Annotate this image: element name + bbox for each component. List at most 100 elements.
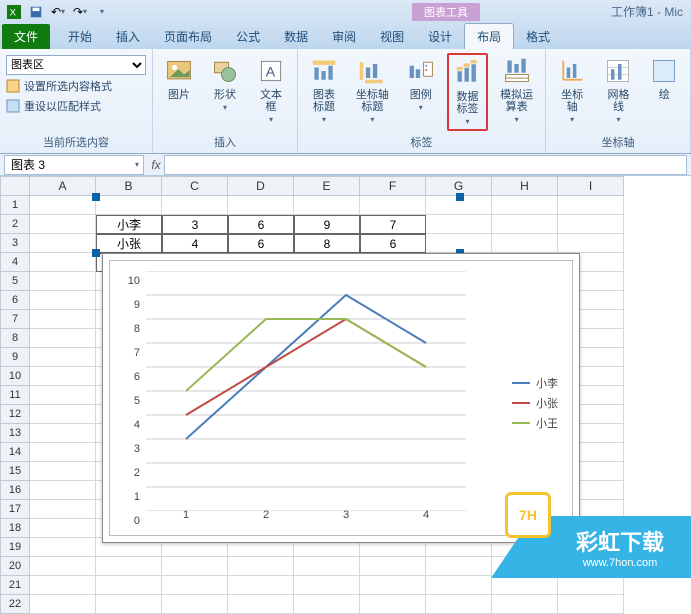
tab-file[interactable]: 文件 (2, 24, 50, 49)
cell[interactable] (30, 329, 96, 348)
cell[interactable] (360, 576, 426, 595)
cell[interactable] (30, 348, 96, 367)
cell[interactable] (492, 196, 558, 215)
cell[interactable] (228, 576, 294, 595)
row-header[interactable]: 3 (0, 234, 30, 253)
cell[interactable] (426, 595, 492, 614)
cell[interactable] (492, 215, 558, 234)
cell[interactable] (30, 557, 96, 576)
cell[interactable] (162, 557, 228, 576)
chart-area[interactable]: 012345678910 1234 小李小张小王 (109, 260, 573, 536)
tab-layout[interactable]: 布局 (464, 23, 514, 49)
select-all-corner[interactable] (0, 176, 30, 196)
selection-handle[interactable] (92, 249, 100, 257)
cell[interactable] (294, 576, 360, 595)
row-header[interactable]: 20 (0, 557, 30, 576)
row-header[interactable]: 6 (0, 291, 30, 310)
axis-title-button[interactable]: 坐标轴标题▾ (350, 53, 395, 127)
row-header[interactable]: 2 (0, 215, 30, 234)
cell[interactable]: 6 (228, 234, 294, 253)
row-header[interactable]: 12 (0, 405, 30, 424)
cell[interactable] (558, 595, 624, 614)
row-header[interactable]: 17 (0, 500, 30, 519)
cell[interactable] (30, 215, 96, 234)
cell[interactable]: 小张 (96, 234, 162, 253)
cell[interactable] (30, 253, 96, 272)
cell[interactable]: 9 (294, 215, 360, 234)
cell[interactable]: 7 (360, 215, 426, 234)
selection-handle[interactable] (456, 193, 464, 201)
gridlines-button[interactable]: 网格线▾ (598, 53, 638, 127)
row-header[interactable]: 9 (0, 348, 30, 367)
tab-formulas[interactable]: 公式 (224, 24, 272, 49)
row-header[interactable]: 1 (0, 196, 30, 215)
cell[interactable] (558, 196, 624, 215)
cell[interactable] (30, 291, 96, 310)
cell[interactable] (30, 576, 96, 595)
row-header[interactable]: 5 (0, 272, 30, 291)
cell[interactable] (30, 462, 96, 481)
cell[interactable]: 3 (162, 215, 228, 234)
axes-button[interactable]: 坐标轴▾ (552, 53, 592, 127)
chart-title-button[interactable]: 图表标题▾ (304, 53, 344, 127)
column-header[interactable]: I (558, 176, 624, 196)
row-header[interactable]: 21 (0, 576, 30, 595)
column-header[interactable]: F (360, 176, 426, 196)
cell[interactable] (426, 215, 492, 234)
row-header[interactable]: 22 (0, 595, 30, 614)
cell[interactable] (492, 234, 558, 253)
plot-area-button[interactable]: 绘 (645, 53, 684, 103)
cell[interactable] (30, 234, 96, 253)
row-header[interactable]: 8 (0, 329, 30, 348)
cell[interactable] (96, 576, 162, 595)
legend-button[interactable]: 图例▾ (401, 53, 441, 115)
cell[interactable] (96, 557, 162, 576)
cell[interactable] (492, 595, 558, 614)
qat-customize-icon[interactable]: ▾ (92, 3, 112, 21)
cell[interactable] (228, 595, 294, 614)
tab-design[interactable]: 设计 (416, 24, 464, 49)
column-header[interactable]: C (162, 176, 228, 196)
cell[interactable]: 4 (162, 234, 228, 253)
cell[interactable] (162, 595, 228, 614)
column-header[interactable]: D (228, 176, 294, 196)
row-header[interactable]: 13 (0, 424, 30, 443)
cell[interactable]: 6 (228, 215, 294, 234)
row-header[interactable]: 11 (0, 386, 30, 405)
row-header[interactable]: 10 (0, 367, 30, 386)
cell[interactable] (30, 519, 96, 538)
cell[interactable]: 8 (294, 234, 360, 253)
column-header[interactable]: H (492, 176, 558, 196)
cell[interactable] (30, 386, 96, 405)
insert-picture-button[interactable]: 图片 (159, 53, 199, 103)
cell[interactable] (30, 310, 96, 329)
format-selection-button[interactable]: 设置所选内容格式 (6, 76, 146, 96)
cell[interactable] (30, 481, 96, 500)
cell[interactable]: 6 (360, 234, 426, 253)
formula-input[interactable] (164, 155, 687, 175)
row-header[interactable]: 18 (0, 519, 30, 538)
cell[interactable] (162, 576, 228, 595)
cell[interactable] (558, 576, 624, 595)
cell[interactable] (558, 215, 624, 234)
cell[interactable] (30, 443, 96, 462)
column-header[interactable]: A (30, 176, 96, 196)
tab-page-layout[interactable]: 页面布局 (152, 24, 224, 49)
cell[interactable] (30, 367, 96, 386)
cell[interactable] (162, 196, 228, 215)
selection-handle[interactable] (92, 193, 100, 201)
undo-icon[interactable]: ↶▾ (48, 3, 68, 21)
data-labels-button[interactable]: 数据标签▾ (447, 53, 488, 131)
cell[interactable] (294, 595, 360, 614)
tab-home[interactable]: 开始 (56, 24, 104, 49)
cell[interactable] (360, 595, 426, 614)
cell[interactable] (228, 557, 294, 576)
cell[interactable] (360, 196, 426, 215)
cell[interactable] (30, 538, 96, 557)
cell[interactable] (30, 405, 96, 424)
cell[interactable] (426, 576, 492, 595)
row-header[interactable]: 19 (0, 538, 30, 557)
reset-style-button[interactable]: 重设以匹配样式 (6, 96, 146, 116)
fx-icon[interactable]: fx (148, 158, 164, 172)
tab-review[interactable]: 审阅 (320, 24, 368, 49)
